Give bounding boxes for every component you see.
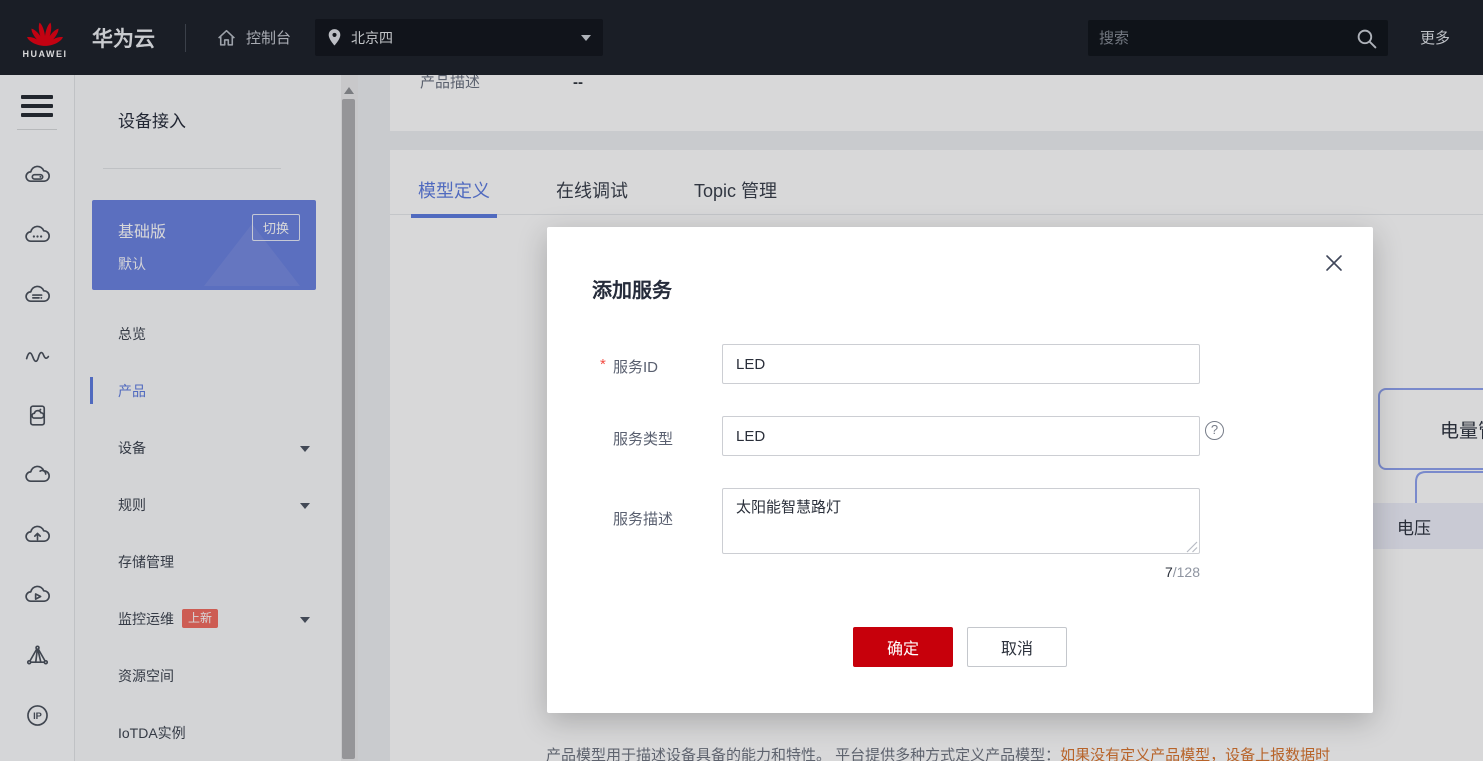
- confirm-button[interactable]: 确定: [853, 627, 953, 667]
- close-icon[interactable]: [1323, 252, 1345, 274]
- service-id-label: * 服务ID: [600, 356, 658, 377]
- required-asterisk: *: [600, 356, 613, 373]
- char-count-max: /128: [1173, 564, 1200, 580]
- field-label-text: 服务ID: [613, 356, 658, 377]
- char-counter: 7/128: [722, 564, 1200, 580]
- add-service-modal: 添加服务 * 服务ID 服务类型 ? 服务描述 太阳能智慧路灯 7/128 确定…: [547, 227, 1373, 713]
- cancel-button[interactable]: 取消: [967, 627, 1067, 667]
- modal-buttons: 确定 取消: [547, 627, 1373, 667]
- field-label-text: 服务类型: [613, 428, 673, 449]
- char-count-current: 7: [1165, 564, 1173, 580]
- field-label-text: 服务描述: [613, 508, 673, 529]
- service-id-input[interactable]: [722, 344, 1200, 384]
- help-icon[interactable]: ?: [1205, 421, 1224, 440]
- service-type-label: 服务类型: [600, 428, 673, 449]
- modal-title: 添加服务: [592, 274, 672, 303]
- service-desc-textarea[interactable]: 太阳能智慧路灯: [722, 488, 1200, 554]
- service-desc-label: 服务描述: [600, 508, 673, 529]
- app-root: HUAWEI 华为云 控制台 北京四 更多: [0, 0, 1483, 761]
- service-type-input[interactable]: [722, 416, 1200, 456]
